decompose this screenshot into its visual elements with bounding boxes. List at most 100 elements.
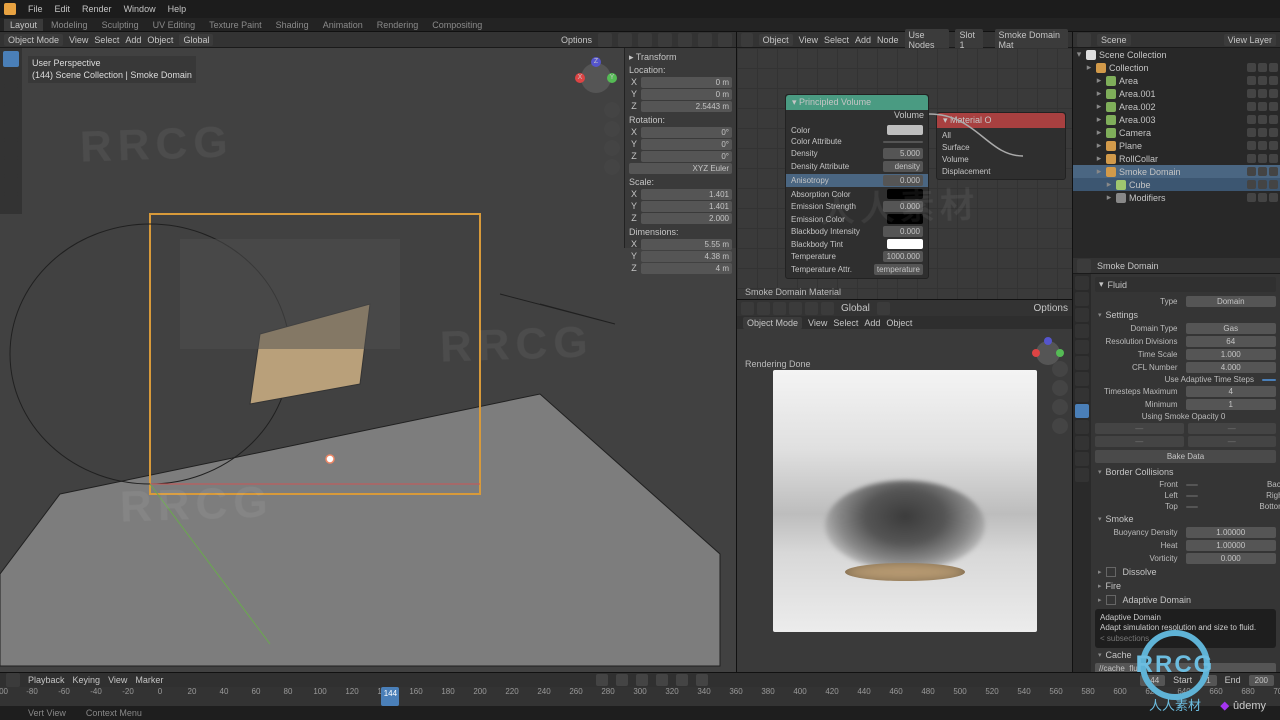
outliner-root[interactable]: ▾ Scene Collection — [1073, 48, 1280, 61]
rh-icon-5[interactable] — [821, 302, 834, 315]
tool-rotate[interactable] — [3, 105, 19, 121]
play-icon[interactable] — [656, 674, 668, 686]
buoyancy-field[interactable]: 1.00000 — [1186, 527, 1277, 538]
bake-data-button[interactable]: Bake Data — [1095, 450, 1276, 463]
matout-volume[interactable]: Volume — [942, 155, 1060, 164]
jump-end-icon[interactable] — [696, 674, 708, 686]
cache-section[interactable]: Cache — [1095, 648, 1276, 662]
shader-editor[interactable]: ▾ Principled Volume Volume ColorColor At… — [737, 48, 1072, 300]
outliner-item-area[interactable]: ▸Area — [1073, 74, 1280, 87]
shading-rendered-icon[interactable] — [718, 33, 732, 47]
rotation-x[interactable]: 0° — [641, 127, 732, 138]
value-field[interactable]: 5.000 — [883, 148, 923, 159]
play-reverse-icon[interactable] — [636, 674, 648, 686]
resolution-field[interactable]: 64 — [1186, 336, 1277, 347]
scale-z[interactable]: 2.000 — [641, 213, 732, 224]
node-row-temperature[interactable]: Temperature1000.000 — [791, 251, 923, 262]
tab-world-icon[interactable] — [1075, 340, 1089, 354]
scale-x[interactable]: 1.401 — [641, 189, 732, 200]
tool-annotate[interactable] — [3, 159, 19, 175]
visibility-toggles[interactable] — [1247, 128, 1278, 137]
node-material-output[interactable]: ▾ Material O All Surface Volume Displace… — [936, 112, 1066, 180]
outliner-viewlayer[interactable]: View Layer — [1224, 34, 1276, 46]
rh-icon-1[interactable] — [757, 302, 770, 315]
frame-end-field[interactable]: 200 — [1249, 675, 1274, 686]
color-swatch[interactable] — [887, 239, 923, 249]
shading-wire-icon[interactable] — [658, 33, 672, 47]
node-row-absorption-color[interactable]: Absorption Color — [791, 189, 923, 199]
node-row-density[interactable]: Density5.000 — [791, 148, 923, 159]
node-row-temperature-attr-[interactable]: Temperature Attr.temperature — [791, 264, 923, 275]
tab-modifier-icon[interactable] — [1075, 372, 1089, 386]
matout-displacement[interactable]: Displacement — [942, 167, 1060, 176]
rotation-y[interactable]: 0° — [641, 139, 732, 150]
viewport-3d[interactable]: User Perspective (144) Scene Collection … — [0, 48, 736, 672]
tool-addcube[interactable] — [3, 195, 19, 211]
outliner-item-cube[interactable]: ▸Cube — [1073, 178, 1280, 191]
adaptive-domain-section[interactable]: Adaptive Domain — [1095, 593, 1276, 607]
dim-y[interactable]: 4.38 m — [641, 251, 732, 262]
visibility-toggles[interactable] — [1247, 154, 1278, 163]
menu-window[interactable]: Window — [124, 4, 156, 14]
location-x[interactable]: 0 m — [641, 77, 732, 88]
timescale-field[interactable]: 1.000 — [1186, 349, 1277, 360]
shading-matprev-icon[interactable] — [698, 33, 712, 47]
scale-y[interactable]: 1.401 — [641, 201, 732, 212]
color-swatch[interactable] — [887, 189, 923, 199]
heat-field[interactable]: 1.00000 — [1186, 540, 1277, 551]
gizmo-icon[interactable] — [598, 33, 612, 47]
value-field[interactable]: 0.000 — [883, 226, 923, 237]
node-row-anisotropy[interactable]: Anisotropy0.000 — [786, 174, 928, 187]
tab-animation[interactable]: Animation — [317, 19, 369, 31]
tab-shading[interactable]: Shading — [270, 19, 315, 31]
tool-move[interactable] — [3, 87, 19, 103]
node-output-volume[interactable]: Volume — [786, 110, 928, 122]
viewport-options[interactable]: Options — [561, 35, 592, 45]
tool-cursor[interactable] — [3, 69, 19, 85]
rh-icon-2[interactable] — [773, 302, 786, 315]
outliner-item-area-003[interactable]: ▸Area.003 — [1073, 113, 1280, 126]
menu-help[interactable]: Help — [168, 4, 187, 14]
outliner-item-smoke-domain[interactable]: ▸Smoke Domain — [1073, 165, 1280, 178]
ts-min-field[interactable]: 1 — [1186, 399, 1277, 410]
shader-menu-node[interactable]: Node — [877, 35, 899, 45]
smoke-section[interactable]: Smoke — [1095, 512, 1276, 526]
transform-orientation[interactable]: Global — [179, 34, 213, 46]
render-zoom-icon[interactable] — [1052, 361, 1068, 377]
dim-z[interactable]: 4 m — [641, 263, 732, 274]
rh-global[interactable]: Global — [841, 303, 870, 314]
node-row-blackbody-intensity[interactable]: Blackbody Intensity0.000 — [791, 226, 923, 237]
shader-menu-add[interactable]: Add — [855, 35, 871, 45]
node-row-color-attribute[interactable]: Color Attribute — [791, 137, 923, 146]
value-field[interactable] — [883, 141, 923, 143]
properties-body[interactable]: ▾Fluid TypeDomain Settings Domain TypeGa… — [1091, 274, 1280, 672]
camera-view-icon[interactable] — [604, 140, 620, 156]
render-camera-icon[interactable] — [1052, 399, 1068, 415]
timeline-editor-icon[interactable] — [6, 673, 20, 687]
timeline-menu-playback[interactable]: Playback — [28, 675, 65, 685]
type-field[interactable]: Domain — [1186, 296, 1277, 307]
timeline-menu-view[interactable]: View — [108, 675, 127, 685]
cfl-field[interactable]: 4.000 — [1186, 362, 1277, 373]
tab-modeling[interactable]: Modeling — [45, 19, 94, 31]
tab-uvediting[interactable]: UV Editing — [147, 19, 202, 31]
dim-x[interactable]: 5.55 m — [641, 239, 732, 250]
playhead[interactable]: 144 — [381, 687, 399, 706]
rh-options[interactable]: Options — [1034, 303, 1068, 314]
visibility-toggles[interactable] — [1247, 76, 1278, 85]
vorticity-field[interactable]: 0.000 — [1186, 553, 1277, 564]
border-check[interactable] — [1186, 484, 1198, 486]
visibility-toggles[interactable] — [1247, 63, 1278, 72]
cache-path-field[interactable]: //cache_fluid — [1095, 663, 1276, 672]
prev-key-icon[interactable] — [616, 674, 628, 686]
shader-type-icon[interactable] — [741, 33, 753, 47]
outliner-item-rollcollar[interactable]: ▸RollCollar — [1073, 152, 1280, 165]
outliner[interactable]: ▾ Scene Collection ▸Collection▸Area▸Area… — [1073, 48, 1280, 258]
sub-menu-add[interactable]: Add — [864, 318, 880, 328]
outliner-scene[interactable]: Scene — [1097, 34, 1131, 46]
node-principled-volume[interactable]: ▾ Principled Volume Volume ColorColor At… — [785, 94, 929, 279]
outliner-item-plane[interactable]: ▸Plane — [1073, 139, 1280, 152]
visibility-toggles[interactable] — [1247, 180, 1278, 189]
viewport-menu-select[interactable]: Select — [94, 35, 119, 45]
outliner-type-icon[interactable] — [1077, 33, 1091, 47]
